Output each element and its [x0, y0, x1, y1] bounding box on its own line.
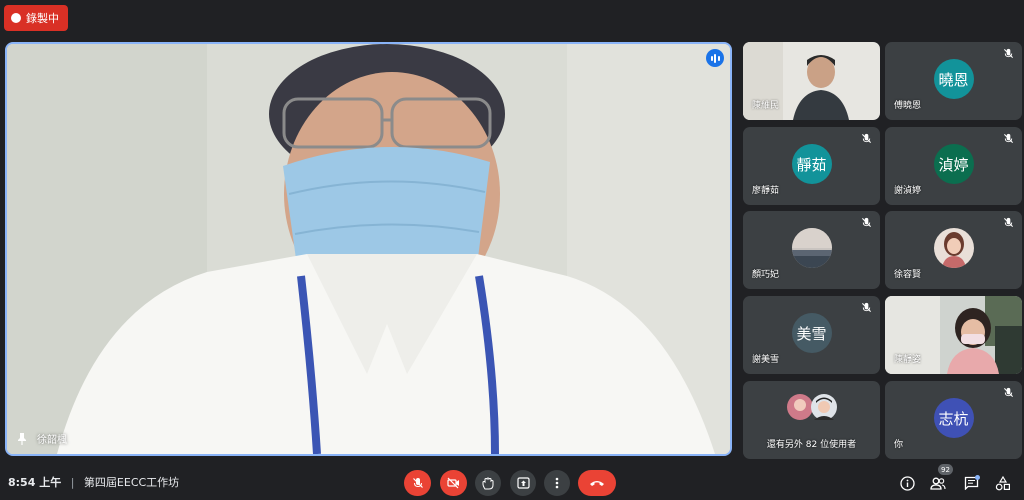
camera-off-button[interactable] [440, 470, 467, 496]
speaking-indicator-icon [706, 49, 724, 67]
self-name: 你 [894, 440, 904, 450]
participant-tile[interactable]: 湞婷 謝湞婷 [885, 127, 1022, 205]
record-icon [11, 13, 21, 23]
participant-count-badge: 92 [938, 464, 953, 475]
other-participants-tile[interactable]: 還有另外 82 位使用者 [743, 381, 880, 459]
participant-name: 陳維民 [752, 101, 780, 111]
participant-tile[interactable]: 陳維民 [743, 42, 880, 120]
participant-name: 傅曉恩 [894, 101, 922, 111]
present-icon [516, 477, 530, 489]
people-icon [930, 477, 946, 490]
mic-off-icon [861, 133, 872, 144]
participant-name: 陳靜姿 [894, 355, 922, 365]
participant-name: 徐容賢 [894, 270, 922, 280]
mic-off-icon [861, 217, 872, 228]
participant-tile[interactable]: 顏巧妃 [743, 211, 880, 289]
meeting-details-button[interactable] [898, 474, 916, 492]
participant-tile[interactable]: 美雪 謝美雪 [743, 296, 880, 374]
present-button[interactable] [510, 470, 536, 496]
meeting-info: 8:54 上午 | 第四屆EECC工作坊 [8, 474, 179, 490]
leave-call-button[interactable] [578, 470, 616, 496]
other-participants-label: 還有另外 82 位使用者 [766, 440, 857, 450]
chat-notification-dot [975, 475, 980, 480]
activities-icon [995, 475, 1010, 490]
participant-avatar [791, 228, 832, 268]
participant-name: 顏巧妃 [752, 270, 780, 280]
other-participants-avatars [787, 394, 837, 420]
participants-button[interactable] [929, 474, 947, 492]
bottom-bar: 8:54 上午 | 第四屆EECC工作坊 [0, 460, 1024, 500]
participant-name: 謝湞婷 [894, 186, 922, 196]
mic-off-icon [1003, 133, 1014, 144]
info-icon [899, 475, 915, 491]
participant-avatar: 曉恩 [933, 59, 974, 99]
main-speaker-name-row: 徐韶楓 [17, 431, 67, 446]
participant-avatar [933, 228, 974, 268]
activities-button[interactable] [994, 474, 1012, 492]
more-options-button[interactable] [544, 470, 570, 496]
self-avatar: 志杭 [933, 398, 974, 438]
self-tile[interactable]: 志杭 你 [885, 381, 1022, 459]
more-vert-icon [555, 477, 559, 489]
raise-hand-button[interactable] [475, 470, 501, 496]
call-end-icon [590, 481, 604, 486]
mic-off-icon [1003, 48, 1014, 59]
pin-icon[interactable] [17, 432, 27, 445]
mic-off-button[interactable] [404, 470, 431, 496]
mic-off-icon [1003, 217, 1014, 228]
participant-avatar: 湞婷 [933, 144, 974, 184]
recording-badge[interactable]: 錄製中 [4, 5, 68, 31]
mic-off-icon [412, 478, 423, 488]
mic-off-icon [861, 302, 872, 313]
hand-icon [482, 477, 494, 489]
participant-tile[interactable]: 曉恩 傅曉恩 [885, 42, 1022, 120]
clock: 8:54 上午 [8, 476, 62, 489]
main-speaker-name: 徐韶楓 [37, 435, 67, 446]
main-speaker-tile[interactable]: 徐韶楓 [5, 42, 732, 456]
participant-avatar: 美雪 [791, 313, 832, 353]
mic-off-icon [1003, 387, 1014, 398]
videocam-off-icon [447, 477, 459, 489]
participant-name: 廖靜茹 [752, 186, 780, 196]
participant-tile[interactable]: 徐容賢 [885, 211, 1022, 289]
meeting-title: 第四屆EECC工作坊 [83, 476, 180, 489]
participant-tile[interactable]: 靜茹 廖靜茹 [743, 127, 880, 205]
recording-label: 錄製中 [26, 12, 59, 25]
participant-avatar: 靜茹 [791, 144, 832, 184]
participant-name: 謝美雪 [752, 355, 780, 365]
speaker-video [7, 44, 730, 454]
participant-tile[interactable]: 陳靜姿 [885, 296, 1022, 374]
meet-window: 錄製中 徐韶楓 陳維民 曉恩 傅曉恩 靜茹 廖靜茹 湞婷 謝湞婷 顏巧妃 徐容賢… [0, 0, 1024, 500]
separator: | [70, 476, 75, 489]
